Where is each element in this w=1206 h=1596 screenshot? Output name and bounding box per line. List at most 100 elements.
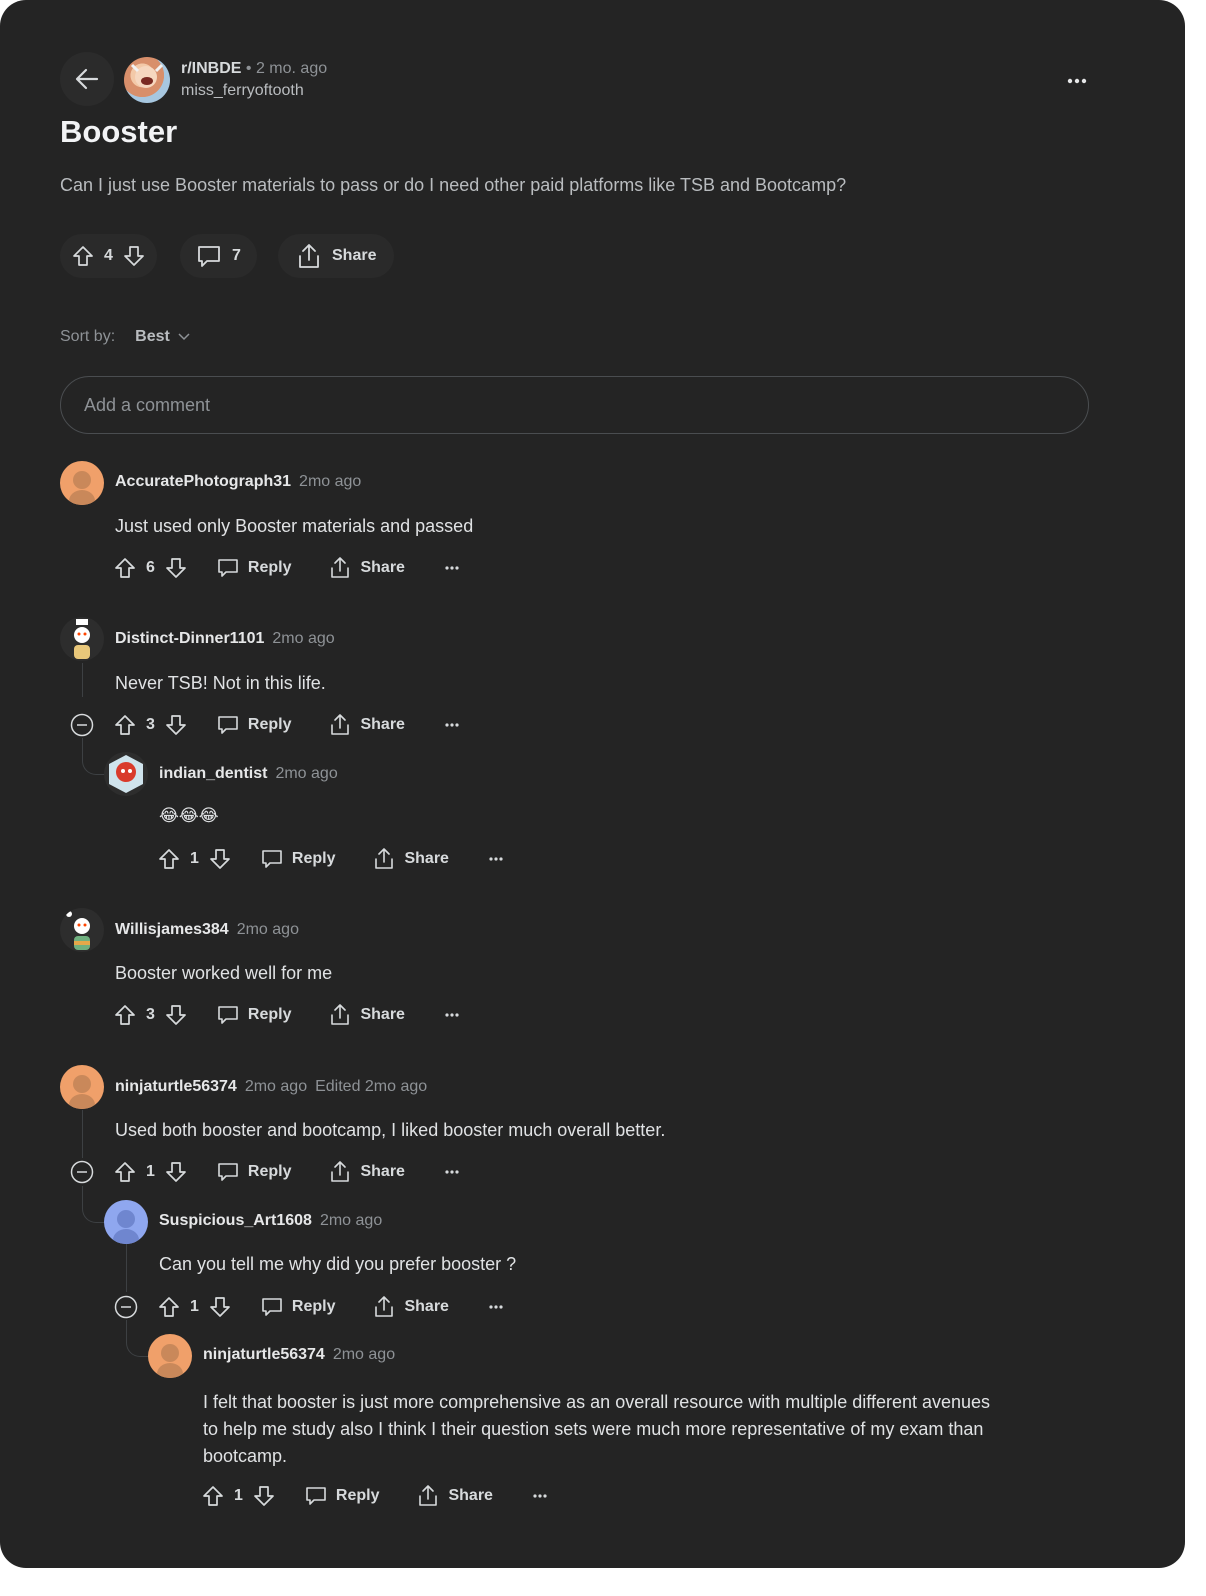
back-button[interactable] [60,52,114,106]
post-share-button[interactable]: Share [278,234,395,278]
thread-line [82,1110,83,1158]
downvote-icon[interactable] [123,245,145,267]
comment-author[interactable]: Suspicious_Art1608 [159,1212,312,1230]
share-icon [329,1003,351,1027]
downvote-icon[interactable] [165,714,187,736]
upvote-icon[interactable] [158,848,180,870]
reply-button[interactable]: Reply [217,557,291,579]
comment-more-button[interactable] [445,723,459,727]
comment-author[interactable]: indian_dentist [159,765,267,783]
downvote-icon[interactable] [165,1004,187,1026]
comment-time: 2mo ago [244,1078,308,1095]
reply-button[interactable]: Reply [217,1004,291,1026]
comment-time: 2mo ago [299,473,362,490]
comment-text: Booster worked well for me [115,963,333,983]
sort-dropdown[interactable]: Best [135,328,190,346]
post-time: 2 mo. ago [255,60,328,77]
comment-more-button[interactable] [445,566,459,570]
more-horizontal-icon [445,1013,459,1017]
share-button[interactable]: Share [329,713,405,737]
post-vote-bar: 4 [60,234,157,278]
upvote-icon[interactable] [114,1004,136,1026]
share-icon [417,1484,439,1508]
downvote-icon[interactable] [209,1296,231,1318]
reply-button[interactable]: Reply [261,1296,335,1318]
downvote-icon[interactable] [209,848,231,870]
avatar[interactable] [104,1200,148,1244]
share-button[interactable]: Share [373,1295,449,1319]
upvote-icon[interactable] [114,1161,136,1183]
reply-button[interactable]: Reply [217,1161,291,1183]
comment-text: 😂😂😂 [159,806,219,825]
comment-more-button[interactable] [445,1170,459,1174]
comment-icon [305,1485,327,1507]
upvote-icon[interactable] [72,245,94,267]
subreddit-avatar[interactable] [124,57,170,103]
share-icon [296,242,322,270]
reply-label: Reply [291,850,336,867]
comment-time: 2mo ago [275,765,338,782]
avatar[interactable] [148,1334,192,1378]
comment-more-button[interactable] [489,1305,503,1309]
comment-icon [217,557,239,579]
share-label: Share [360,716,405,733]
subreddit-name[interactable]: r/INBDE [181,60,241,77]
share-label: Share [404,850,449,867]
upvote-icon[interactable] [158,1296,180,1318]
reply-button[interactable]: Reply [305,1485,379,1507]
share-button[interactable]: Share [417,1484,493,1508]
comment-text-line: to help me study also I think I their qu… [203,1419,984,1439]
share-button[interactable]: Share [329,1003,405,1027]
avatar[interactable] [60,617,104,661]
downvote-icon[interactable] [165,557,187,579]
upvote-icon[interactable] [114,557,136,579]
comment-edited: Edited 2mo ago [315,1078,428,1095]
avatar[interactable] [60,1065,104,1109]
comment-more-button[interactable] [489,857,503,861]
collapse-thread-button[interactable] [70,1160,94,1184]
comment-more-button[interactable] [533,1494,547,1498]
share-label: Share [360,1006,405,1023]
minus-circle-icon [114,1295,138,1319]
post-author[interactable]: miss_ferryoftooth [181,82,304,100]
reply-button[interactable]: Reply [261,848,336,870]
comment-author[interactable]: ninjaturtle56374 [203,1346,325,1364]
share-button[interactable]: Share [373,847,449,871]
comment-author[interactable]: ninjaturtle56374 [115,1078,237,1096]
thread-connector [82,752,105,775]
post-share-label: Share [332,247,377,264]
more-horizontal-icon [445,566,459,570]
comment-author[interactable]: Distinct-Dinner1101 [115,630,264,648]
comment-text: Never TSB! Not in this life. [115,673,326,693]
comment-author[interactable]: AccuratePhotograph31 [115,473,291,491]
comment-author[interactable]: Willisjames384 [115,921,229,939]
more-horizontal-icon [1067,78,1087,84]
avatar[interactable] [104,752,148,796]
avatar[interactable] [60,908,104,952]
sort-value: Best [135,328,170,345]
comment-time: 2mo ago [236,921,299,938]
vote-count: 1 [190,1298,199,1315]
share-button[interactable]: Share [329,556,405,580]
minus-circle-icon [70,713,94,737]
post-more-button[interactable] [1060,64,1094,98]
collapse-thread-button[interactable] [114,1295,138,1319]
downvote-icon[interactable] [165,1161,187,1183]
share-button[interactable]: Share [329,1160,405,1184]
more-horizontal-icon [445,723,459,727]
comment-time: 2mo ago [332,1346,396,1363]
comment-text: Just used only Booster materials and pas… [115,516,474,536]
add-comment-input[interactable]: Add a comment [60,376,1089,434]
more-horizontal-icon [489,1305,503,1309]
downvote-icon[interactable] [253,1485,275,1507]
vote-count: 3 [146,716,155,733]
avatar[interactable] [60,461,104,505]
reply-button[interactable]: Reply [217,714,291,736]
post-comments-count: 7 [232,247,241,264]
upvote-icon[interactable] [114,714,136,736]
collapse-thread-button[interactable] [70,713,94,737]
comment-more-button[interactable] [445,1013,459,1017]
post-comments-button[interactable]: 7 [180,234,257,278]
share-icon [329,1160,351,1184]
upvote-icon[interactable] [202,1485,224,1507]
